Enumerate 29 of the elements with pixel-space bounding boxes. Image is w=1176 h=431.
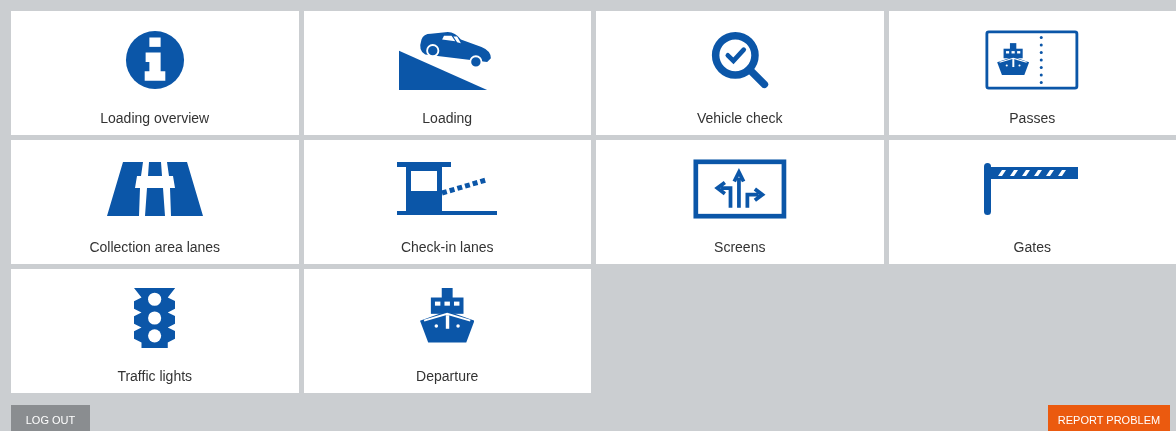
direction-screen-icon [692,159,787,219]
tile-label: Loading overview [100,110,210,126]
tile-label: Traffic lights [117,368,193,384]
menu-tile[interactable]: Screens [596,140,884,264]
traffic-light-icon [134,288,176,348]
tile-label: Screens [714,239,766,255]
menu-tile[interactable]: Traffic lights [11,269,299,393]
menu-tile[interactable]: Collection area lanes [11,140,299,264]
tile-label: Departure [416,368,479,384]
menu-tile[interactable]: Gates [888,140,1176,264]
menu-tile[interactable]: Loading overview [11,11,299,135]
tile-label: Loading [422,110,473,126]
info-icon [124,30,185,90]
report-problem-button[interactable]: REPORT PROBLEM [1048,405,1170,431]
menu-tile[interactable]: Check-in lanes [303,140,591,264]
menu-tile[interactable]: Passes [888,11,1176,135]
menu-tile[interactable]: Vehicle check [596,11,884,135]
toll-booth-icon [397,162,498,216]
ticket-icon [985,30,1080,90]
tile-label: Check-in lanes [400,239,494,255]
tile-label: Vehicle check [696,110,783,126]
road-icon [106,162,203,216]
search-check-icon [709,30,770,90]
tile-label: Gates [1013,239,1051,255]
barrier-gate-icon [984,163,1081,215]
menu-tile[interactable]: Departure [303,269,591,393]
tile-label: Collection area lanes [89,239,221,255]
tile-label: Passes [1009,110,1056,126]
menu-tile[interactable]: Loading [303,11,591,135]
